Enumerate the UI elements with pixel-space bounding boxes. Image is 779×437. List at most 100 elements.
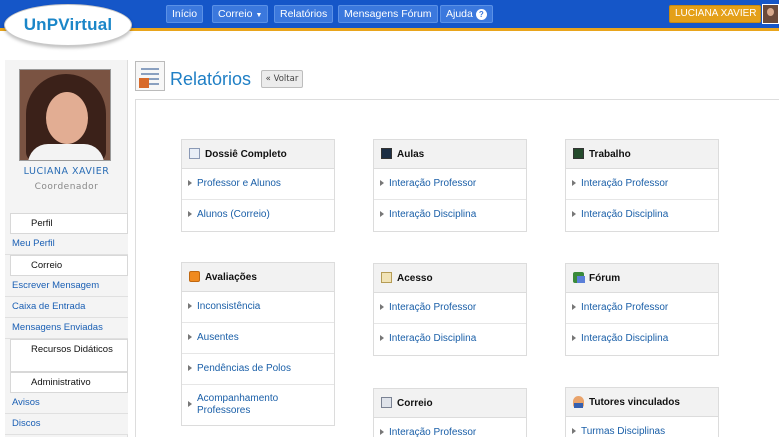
- card-title: Fórum: [589, 273, 621, 284]
- arrow-right-icon: [380, 211, 384, 217]
- report-link-professor-e-alunos[interactable]: Professor e Alunos: [182, 169, 334, 200]
- card-title: Correio: [397, 398, 433, 409]
- arrow-right-icon: [188, 401, 192, 407]
- card-tutores-vinculados: Tutores vinculados Turmas Disciplinas: [565, 387, 719, 437]
- report-link-label: Interação Professor: [389, 178, 477, 189]
- sidebar-item-caixa-de-entrada[interactable]: Caixa de Entrada: [5, 297, 128, 318]
- card-header: Aulas: [374, 140, 526, 169]
- book-icon: [573, 148, 584, 159]
- card-title: Aulas: [397, 149, 425, 160]
- report-link-interacao-professor[interactable]: Interação Professor: [566, 169, 718, 200]
- nav-relatorios-button[interactable]: Relatórios: [274, 5, 334, 23]
- arrow-right-icon: [572, 335, 576, 341]
- arrow-right-icon: [572, 180, 576, 186]
- card-header: Acesso: [374, 264, 526, 293]
- help-icon: ?: [475, 9, 487, 20]
- report-link-label: Ausentes: [197, 332, 239, 343]
- report-link-label: Professor e Alunos: [197, 178, 281, 189]
- report-link-label: Interação Disciplina: [389, 209, 477, 220]
- report-link-pendencias-de-polos[interactable]: Pendências de Polos: [182, 354, 334, 385]
- arrow-right-icon: [572, 428, 576, 434]
- sidebar-menu: Perfil Meu Perfil Correio Escrever Mensa…: [5, 213, 128, 435]
- nav-relatorios-label: Relatórios: [280, 8, 328, 20]
- report-link-label: Interação Professor: [389, 302, 477, 313]
- card-header: Trabalho: [566, 140, 718, 169]
- nav-ajuda-button[interactable]: Ajuda?: [440, 5, 493, 23]
- report-link-interacao-disciplina[interactable]: Interação Disciplina: [566, 324, 718, 355]
- card-title: Dossiê Completo: [205, 149, 287, 160]
- report-link-label: Turmas Disciplinas: [581, 426, 666, 437]
- clipboard-icon: [189, 271, 200, 282]
- user-avatar-thumbnail[interactable]: [762, 4, 779, 24]
- arrow-right-icon: [572, 304, 576, 310]
- report-link-label: Interação Professor: [581, 302, 669, 313]
- app-logo[interactable]: UnPVirtual: [4, 4, 132, 46]
- report-link-label: Interação Disciplina: [389, 333, 477, 344]
- arrow-right-icon: [188, 303, 192, 309]
- sidebar-item-escrever-mensagem[interactable]: Escrever Mensagem: [5, 276, 128, 297]
- arrow-right-icon: [572, 211, 576, 217]
- profile-avatar: [19, 69, 111, 161]
- card-acesso: Acesso Interação Professor Interação Dis…: [373, 263, 527, 356]
- chat-icon: [573, 272, 585, 283]
- envelope-icon: [381, 397, 392, 408]
- sidebar-item-avisos[interactable]: Avisos: [5, 393, 128, 414]
- sidebar-item-discos[interactable]: Discos: [5, 414, 128, 435]
- report-link-label: Interação Professor: [581, 178, 669, 189]
- report-link-interacao-disciplina[interactable]: Interação Disciplina: [374, 324, 526, 355]
- report-link-label: Pendências de Polos: [197, 363, 291, 374]
- card-header: Dossiê Completo: [182, 140, 334, 169]
- card-header: Avaliações: [182, 263, 334, 292]
- card-title: Acesso: [397, 273, 433, 284]
- arrow-right-icon: [188, 365, 192, 371]
- nav-correio-button[interactable]: Correio ▼: [212, 5, 269, 23]
- sidebar-section-administrativo: Administrativo: [10, 372, 128, 393]
- reports-page-icon: [135, 61, 165, 91]
- card-aulas: Aulas Interação Professor Interação Disc…: [373, 139, 527, 232]
- left-sidebar: LUCIANA XAVIER Coordenador Perfil Meu Pe…: [5, 60, 128, 437]
- nav-correio-label: Correio: [218, 8, 253, 20]
- report-link-interacao-professor[interactable]: Interação Professor: [566, 293, 718, 324]
- nav-mensagens-forum-button[interactable]: Mensagens Fórum: [338, 5, 438, 23]
- report-link-interacao-disciplina[interactable]: Interação Disciplina: [374, 200, 526, 231]
- report-link-turmas-disciplinas[interactable]: Turmas Disciplinas: [566, 417, 718, 437]
- card-title: Trabalho: [589, 149, 631, 160]
- report-link-ausentes[interactable]: Ausentes: [182, 323, 334, 354]
- arrow-right-icon: [188, 211, 192, 217]
- sidebar-section-recursos-didaticos: Recursos Didáticos: [10, 339, 128, 372]
- sidebar-section-correio: Correio: [10, 255, 128, 276]
- sidebar-item-mensagens-enviadas[interactable]: Mensagens Enviadas: [5, 318, 128, 339]
- report-link-interacao-professor[interactable]: Interação Professor: [374, 293, 526, 324]
- nav-inicio-label: Início: [172, 8, 198, 20]
- report-link-label: Interação Disciplina: [581, 209, 669, 220]
- nav-inicio-button[interactable]: Início: [166, 5, 204, 23]
- arrow-right-icon: [188, 334, 192, 340]
- arrow-right-icon: [188, 180, 192, 186]
- sidebar-section-perfil: Perfil: [10, 213, 128, 234]
- key-document-icon: [381, 272, 392, 283]
- card-correio: Correio Interação Professor: [373, 388, 527, 437]
- card-trabalho: Trabalho Interação Professor Interação D…: [565, 139, 719, 232]
- report-link-interacao-professor[interactable]: Interação Professor: [374, 418, 526, 437]
- report-link-interacao-professor[interactable]: Interação Professor: [374, 169, 526, 200]
- card-header: Tutores vinculados: [566, 388, 718, 417]
- report-link-label: Interação Professor: [389, 427, 477, 437]
- person-icon: [573, 396, 584, 408]
- nav-ajuda-label: Ajuda: [446, 8, 473, 20]
- logo-text: UnPVirtual: [23, 15, 113, 34]
- arrow-right-icon: [380, 304, 384, 310]
- report-link-interacao-disciplina[interactable]: Interação Disciplina: [566, 200, 718, 231]
- card-forum: Fórum Interação Professor Interação Disc…: [565, 263, 719, 356]
- card-dossie-completo: Dossiê Completo Professor e Alunos Aluno…: [181, 139, 335, 232]
- report-link-label: Inconsistência: [197, 301, 261, 312]
- report-link-label: Alunos (Correio): [197, 209, 270, 220]
- report-link-alunos-correio[interactable]: Alunos (Correio): [182, 200, 334, 231]
- report-link-acompanhamento-professores[interactable]: Acompanhamento Professores: [182, 385, 334, 425]
- monitor-icon: [381, 148, 392, 159]
- arrow-right-icon: [380, 180, 384, 186]
- back-button[interactable]: « Voltar: [261, 70, 303, 88]
- report-link-inconsistencia[interactable]: Inconsistência: [182, 292, 334, 323]
- user-menu-button[interactable]: LUCIANA XAVIER▼: [669, 5, 767, 23]
- nav-mensagens-forum-label: Mensagens Fórum: [344, 8, 432, 20]
- sidebar-item-meu-perfil[interactable]: Meu Perfil: [5, 234, 128, 255]
